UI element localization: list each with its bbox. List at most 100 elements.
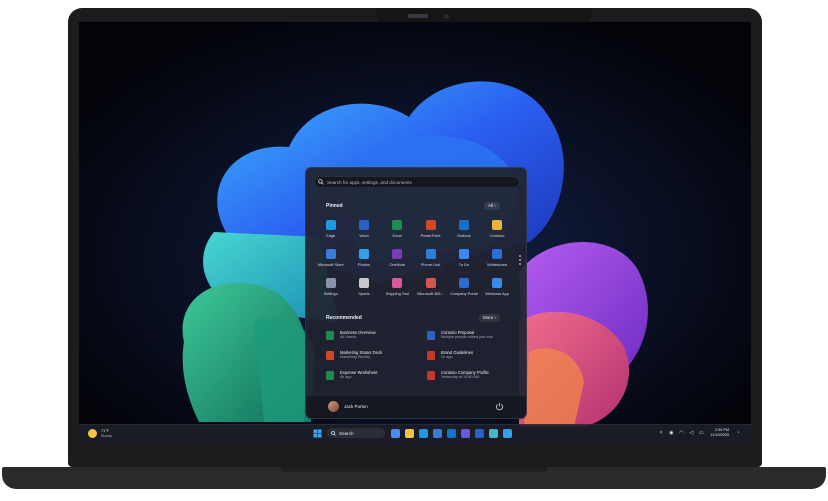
pinned-app-onenote[interactable]: OneNote [381,247,414,276]
pinned-app-sports[interactable]: Sports [347,276,380,305]
recommended-item[interactable]: Brand Guidelines 2h ago [427,350,518,370]
pinned-app-microsoft-store[interactable]: Microsoft Store [314,247,347,276]
pinned-app-whiteboard[interactable]: Whiteboard [480,247,513,276]
pinned-app-settings[interactable]: Settings [314,276,347,305]
pinned-app-snipping-tool[interactable]: Snipping Tool [381,276,414,305]
pinned-app-phone-link[interactable]: Phone Link [414,247,447,276]
app-label: Whiteboard [487,262,508,267]
pinned-app-contoso[interactable]: Contoso [480,218,513,247]
app-label: Company Portal [449,291,478,296]
recommended-item[interactable]: Contoso Company Profile Yesterday at 10:5… [427,370,518,390]
pinned-app-edge[interactable]: Edge [314,218,347,247]
taskbar-edge-icon[interactable] [418,428,428,438]
user-avatar[interactable] [328,401,339,412]
clock[interactable]: 2:30 PM 11/19/2025 [710,428,729,438]
app-label: Snipping Tool [385,291,409,296]
more-button[interactable]: More › [479,314,501,322]
recommended-item[interactable]: Marketing Status Deck Marketing Weekly [326,350,427,370]
recommended-text: Contoso Proposal Multiple people edited j… [441,330,493,340]
weather-widget[interactable]: 71°F Sunny [88,429,112,439]
chevron-up-icon[interactable]: ˄ [658,430,664,436]
taskbar-search[interactable]: Search [327,428,385,438]
windows-app-icon [492,278,503,288]
taskbar-search-label: Search [339,430,354,436]
pinned-app-outlook[interactable]: Outlook [447,218,480,247]
all-apps-button[interactable]: All › [484,202,500,210]
start-search-box[interactable]: Search for apps, settings, and documents [314,176,520,188]
m365-icon [425,278,436,288]
recommended-subtitle: Marketing Weekly [340,355,371,359]
app-label: PowerPoint [420,233,441,238]
recommended-text: Business Overview All Hands [340,330,376,340]
app-label: Sports [358,291,370,296]
search-placeholder: Search for apps, settings, and documents [327,179,412,185]
recommended-subtitle: All Hands [340,335,357,339]
pdf-file-icon [427,351,435,360]
excel-icon [392,220,403,230]
recommended-item[interactable]: Expense Worksheet 4h ago [326,370,427,390]
recommended-subtitle: Multiple people edited just now [441,335,493,339]
settings-icon [325,278,336,288]
taskbar-teams-icon[interactable] [460,428,470,438]
powerpoint-file-icon [326,351,334,360]
word-file-icon [427,331,435,340]
wifi-icon[interactable]: ◠ [678,430,684,436]
company-portal-icon [458,278,469,288]
recommended-item[interactable]: Business Overview All Hands [326,330,427,350]
network-icon[interactable]: ◉ [668,430,674,436]
app-label: Contoso [489,233,505,238]
start-footer: Jack Purton [306,395,526,418]
taskbar-center: Search [310,428,514,438]
recommended-text: Brand Guidelines 2h ago [441,350,473,360]
pinned-app-word[interactable]: Word [347,218,380,247]
app-label: Microsoft 365... [417,291,444,296]
taskbar-copilot-icon[interactable] [488,428,498,438]
start-menu: Search for apps, settings, and documents… [305,167,527,419]
outlook-icon [458,220,469,230]
page-indicator[interactable] [519,255,521,267]
app-label: Outlook [457,233,471,238]
taskbar-word-icon[interactable] [474,428,484,438]
notification-bell-icon[interactable]: ◔ [735,430,741,436]
start-button-icon[interactable] [312,428,322,438]
app-label: Phone Link [420,262,441,267]
recommended-list: Business Overview All Hands Contoso Propos… [326,330,518,390]
pinned-app-powerpoint[interactable]: PowerPoint [414,218,447,247]
excel-file-icon [326,331,334,340]
user-name[interactable]: Jack Purton [344,404,368,409]
app-label: To Do [458,262,469,267]
todo-icon [458,249,469,259]
recommended-item[interactable]: Contoso Proposal Multiple people edited j… [427,330,518,350]
recommended-text: Contoso Company Profile Yesterday at 10:5… [441,370,489,380]
recommended-subtitle: Yesterday at 10:50 AM [441,375,480,379]
taskbar-outlook-icon[interactable] [446,428,456,438]
recommended-title: Recommended [326,315,362,321]
pinned-app-microsoft-365[interactable]: Microsoft 365... [414,276,447,305]
taskbar-widgets-icon[interactable] [390,428,400,438]
photos-icon [358,249,369,259]
app-label: Windows App [485,291,509,296]
weather-desc: Sunny [101,433,112,438]
taskbar: 71°F Sunny Search ˄ ◉ ◠ ◁ ▭ 2:30 PM 11/1… [79,424,751,444]
sensor [444,14,449,19]
store-icon [325,249,336,259]
pinned-app-photos[interactable]: Photos [347,247,380,276]
taskbar-photos-icon[interactable] [502,428,512,438]
pinned-app-excel[interactable]: Excel [381,218,414,247]
battery-icon[interactable]: ▭ [698,430,704,436]
taskbar-file-explorer-icon[interactable] [404,428,414,438]
pinned-app-windows-app[interactable]: Windows App [480,276,513,305]
sports-icon [358,278,369,288]
onenote-icon [392,249,403,259]
app-label: Word [359,233,369,238]
snipping-tool-icon [392,278,403,288]
laptop-base-lip [280,467,548,472]
pinned-app-company-portal[interactable]: Company Portal [447,276,480,305]
power-icon[interactable] [495,402,504,411]
phone-link-icon [425,249,436,259]
recommended-text: Expense Worksheet 4h ago [340,370,377,380]
search-icon [315,179,327,185]
volume-icon[interactable]: ◁ [688,430,694,436]
taskbar-store-icon[interactable] [432,428,442,438]
pinned-app-to-do[interactable]: To Do [447,247,480,276]
